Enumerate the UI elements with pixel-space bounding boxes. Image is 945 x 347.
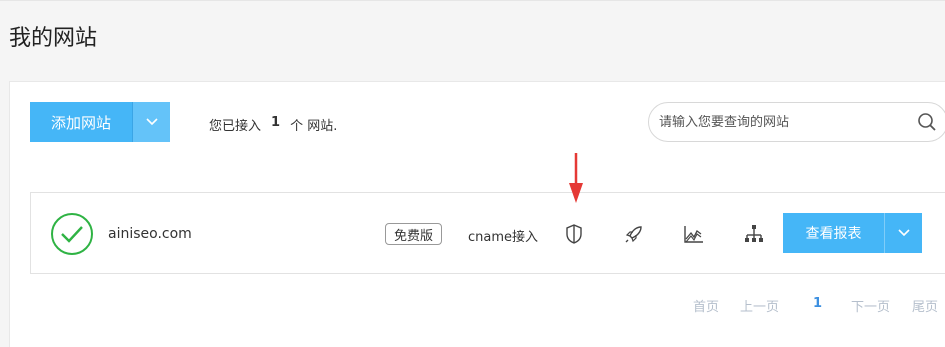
pager-first[interactable]: 首页 <box>693 296 719 315</box>
pager-prev[interactable]: 上一页 <box>740 296 779 315</box>
chevron-down-icon <box>897 229 910 237</box>
status-ok-icon <box>51 213 93 255</box>
shield-icon[interactable] <box>563 223 585 245</box>
summary-suffix: 个 网站. <box>290 119 338 134</box>
search-icon[interactable] <box>917 112 937 132</box>
site-search-box <box>648 102 945 142</box>
site-domain[interactable]: ainiseo.com <box>108 226 192 242</box>
top-border <box>0 0 945 1</box>
summary-prefix: 您已接入 <box>209 119 262 134</box>
chart-icon[interactable] <box>683 223 705 245</box>
pager-next[interactable]: 下一页 <box>851 296 890 315</box>
access-type: cname接入 <box>468 230 539 245</box>
site-count: 1 <box>271 115 281 130</box>
sites-panel: 添加网站 您已接入 1 个 网站. ainiseo.com 免费版 cname接… <box>9 81 945 347</box>
plan-badge: 免费版 <box>385 223 442 245</box>
site-count-summary: 您已接入 1 个 网站. <box>209 115 337 134</box>
report-button-group: 查看报表 <box>783 213 922 253</box>
annotation-arrow-icon <box>569 153 583 203</box>
pager-last[interactable]: 尾页 <box>912 296 938 315</box>
search-input[interactable] <box>659 114 899 130</box>
chevron-down-icon <box>145 118 158 126</box>
add-site-dropdown-toggle[interactable] <box>132 102 170 142</box>
pager-current[interactable]: 1 <box>813 296 822 311</box>
site-row: ainiseo.com 免费版 cname接入 查看报表 <box>30 192 945 274</box>
page-title: 我的网站 <box>9 26 98 51</box>
rocket-icon[interactable] <box>623 223 645 245</box>
add-site-button-group: 添加网站 <box>30 102 170 142</box>
view-report-button[interactable]: 查看报表 <box>783 213 884 253</box>
add-site-button[interactable]: 添加网站 <box>30 102 132 142</box>
report-dropdown-toggle[interactable] <box>884 213 922 253</box>
sitemap-icon[interactable] <box>743 223 765 245</box>
